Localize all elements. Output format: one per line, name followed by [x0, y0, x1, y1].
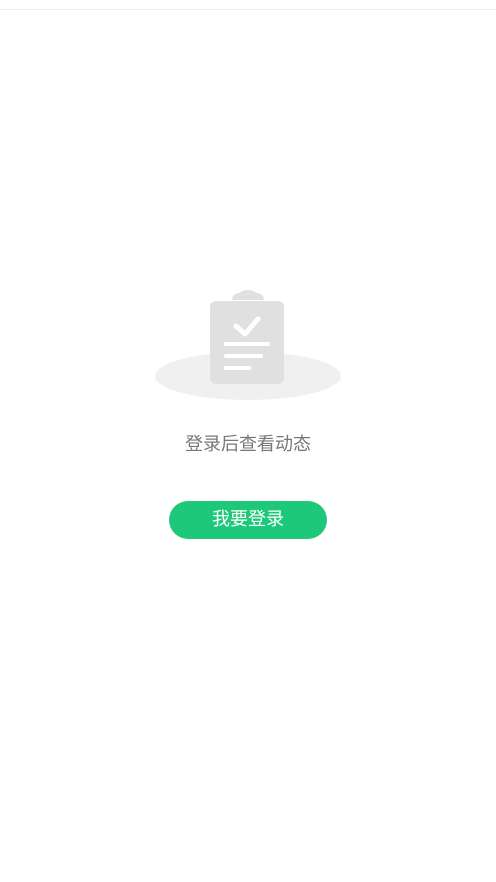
- empty-state: 登录后查看动态 我要登录: [0, 0, 496, 882]
- login-button[interactable]: 我要登录: [169, 501, 327, 539]
- clipboard-check-icon: [155, 290, 341, 400]
- empty-state-message: 登录后查看动态: [185, 434, 311, 455]
- clipboard-clip: [232, 290, 264, 300]
